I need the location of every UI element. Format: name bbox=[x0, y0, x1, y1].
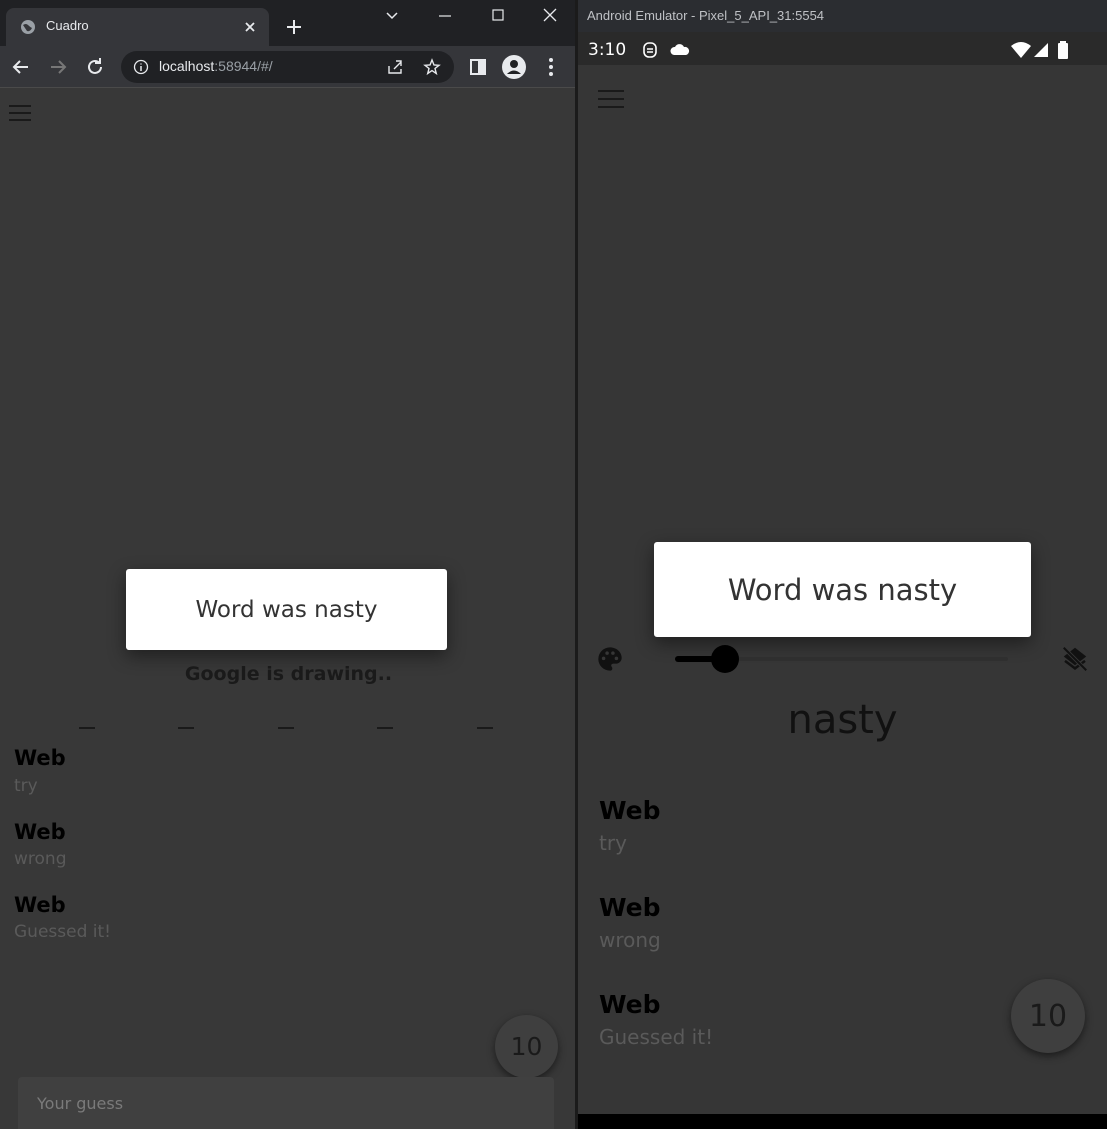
message-author: Web bbox=[14, 893, 66, 917]
cloud-icon bbox=[670, 44, 690, 55]
guess-field[interactable] bbox=[18, 1077, 554, 1129]
minimize-icon[interactable] bbox=[435, 6, 455, 26]
message-author: Web bbox=[599, 893, 661, 922]
letter-blank bbox=[377, 727, 393, 729]
chrome-window: Cuadro localhost:58944/#/ Word was nasty… bbox=[0, 0, 577, 1129]
word-dialog: Word was nasty bbox=[654, 542, 1031, 637]
info-icon[interactable] bbox=[133, 59, 149, 75]
star-icon[interactable] bbox=[423, 58, 441, 76]
forward-icon[interactable] bbox=[47, 56, 69, 78]
globe-icon bbox=[21, 20, 35, 34]
current-word: nasty bbox=[787, 697, 898, 743]
letter-blank bbox=[278, 727, 294, 729]
message-author: Web bbox=[14, 746, 66, 770]
more-icon[interactable] bbox=[540, 56, 562, 78]
android-emulator: Android Emulator - Pixel_5_API_31:5554 3… bbox=[578, 0, 1107, 1129]
browser-toolbar: localhost:58944/#/ bbox=[0, 46, 577, 88]
letter-blank bbox=[477, 727, 493, 729]
url-host: localhost bbox=[159, 58, 215, 74]
timer-value: 10 bbox=[510, 1032, 543, 1061]
layers-clear-icon[interactable] bbox=[1060, 644, 1090, 674]
message-author: Web bbox=[14, 820, 66, 844]
message-text: Guessed it! bbox=[14, 922, 111, 942]
dialog-text: Word was nasty bbox=[195, 596, 378, 623]
guess-input[interactable] bbox=[18, 1077, 554, 1129]
dialog-text: Word was nasty bbox=[727, 572, 958, 607]
message-text: wrong bbox=[599, 928, 661, 952]
plus-icon[interactable] bbox=[284, 17, 304, 37]
share-icon[interactable] bbox=[386, 58, 404, 76]
status-time: 3:10 bbox=[588, 40, 627, 60]
slider-thumb[interactable] bbox=[710, 645, 739, 673]
android-status-bar: 3:10 bbox=[578, 32, 1107, 65]
chevron-down-icon[interactable] bbox=[382, 6, 402, 26]
signal-icon bbox=[1034, 43, 1048, 57]
browser-tab[interactable]: Cuadro bbox=[6, 8, 269, 46]
message-author: Web bbox=[599, 990, 661, 1019]
letter-blank bbox=[178, 727, 194, 729]
address-bar[interactable]: localhost:58944/#/ bbox=[121, 51, 454, 83]
letter-blank bbox=[79, 727, 95, 729]
message-text: Guessed it! bbox=[599, 1025, 714, 1049]
drawing-status: Google is drawing.. bbox=[184, 663, 393, 685]
reload-icon[interactable] bbox=[84, 56, 106, 78]
menu-icon[interactable] bbox=[9, 105, 31, 121]
maximize-icon[interactable] bbox=[488, 6, 508, 26]
word-dialog: Word was nasty bbox=[126, 569, 447, 650]
message-author: Web bbox=[599, 796, 661, 825]
palette-icon[interactable] bbox=[596, 645, 624, 673]
wifi-icon bbox=[1011, 42, 1031, 58]
side-panel-icon[interactable] bbox=[467, 56, 489, 78]
close-window-icon[interactable] bbox=[540, 6, 560, 26]
tab-title: Cuadro bbox=[46, 18, 89, 33]
emulator-title: Android Emulator - Pixel_5_API_31:5554 bbox=[578, 0, 1107, 32]
message-text: wrong bbox=[14, 849, 67, 869]
battery-icon bbox=[1058, 41, 1068, 59]
timer-badge: 10 bbox=[495, 1015, 558, 1078]
message-text: try bbox=[599, 831, 627, 855]
android-nav-bar bbox=[578, 1114, 1107, 1129]
notification-icon bbox=[643, 42, 657, 58]
url-text: localhost:58944/#/ bbox=[159, 58, 273, 74]
menu-icon[interactable] bbox=[598, 90, 624, 108]
profile-icon[interactable] bbox=[502, 55, 526, 79]
message-text: try bbox=[14, 776, 38, 796]
back-icon[interactable] bbox=[10, 56, 32, 78]
url-path: :58944/#/ bbox=[214, 58, 273, 74]
tab-strip: Cuadro bbox=[0, 0, 577, 46]
timer-value: 10 bbox=[1028, 998, 1068, 1034]
close-icon[interactable] bbox=[241, 18, 259, 36]
timer-badge: 10 bbox=[1011, 979, 1085, 1053]
